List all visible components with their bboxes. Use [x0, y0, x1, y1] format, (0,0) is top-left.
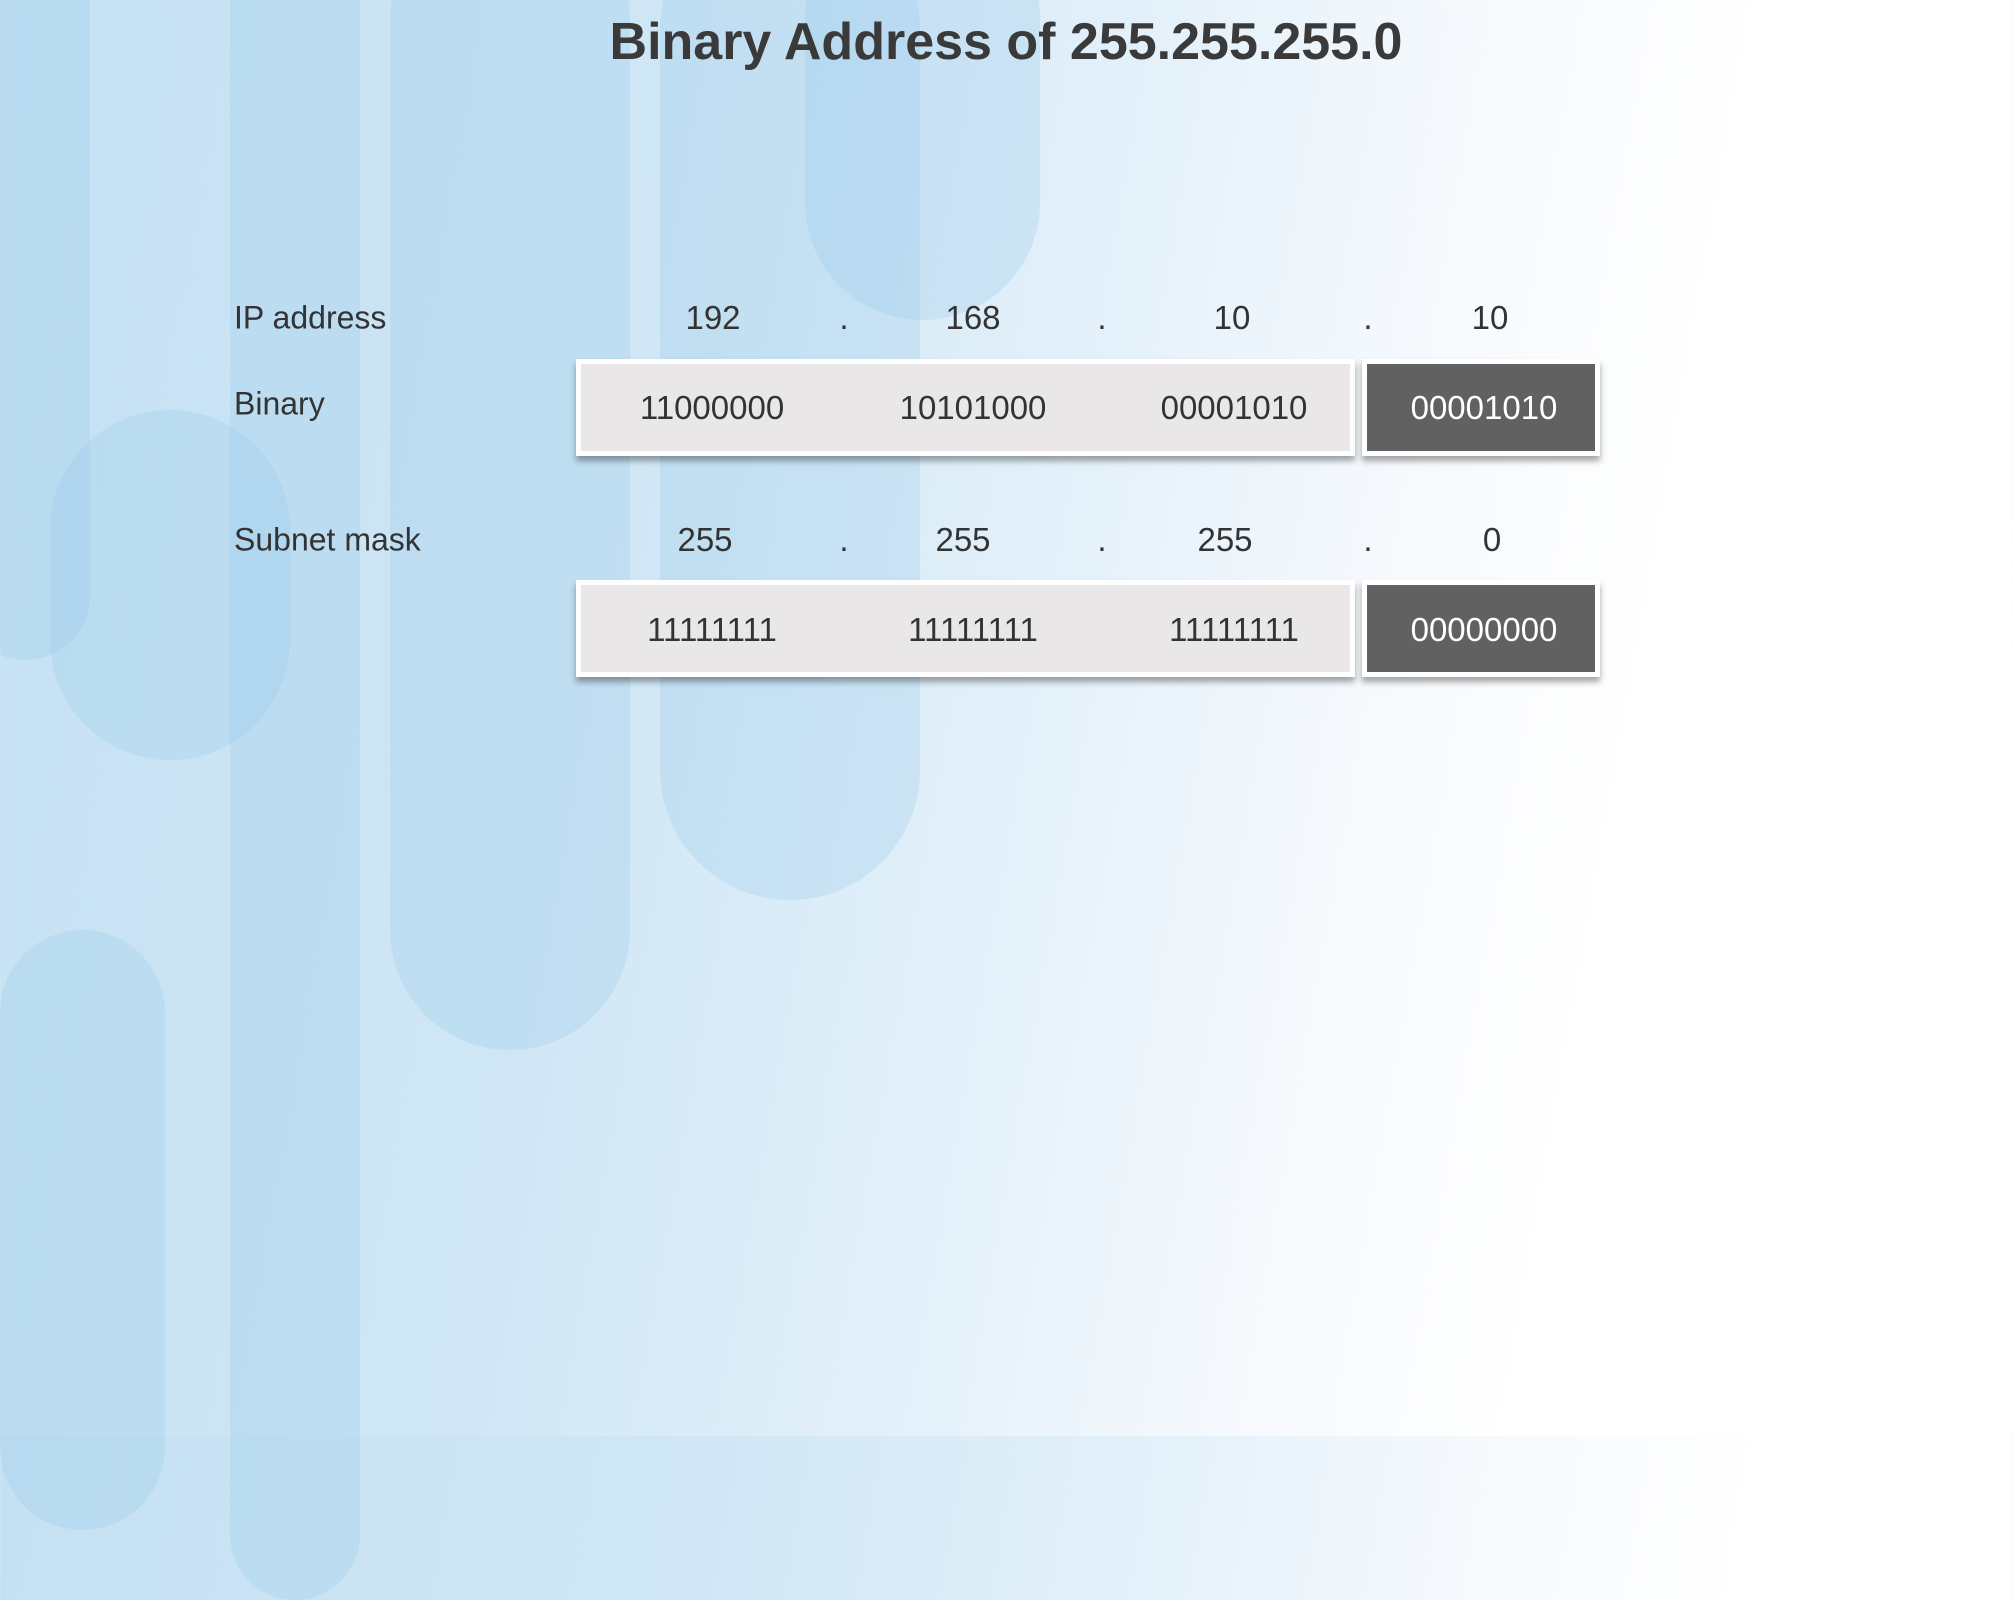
ip-binary-1: 11000000 [639, 389, 785, 426]
mask-octet-3: 255 [1197, 521, 1253, 558]
mask-binary-1: 11111111 [647, 611, 777, 648]
mask-dot: . [839, 521, 849, 558]
mask-octet-1: 255 [677, 521, 733, 558]
mask-dot: . [1363, 521, 1373, 558]
mask-binary-2: 11111111 [908, 611, 1038, 648]
ip-octet-2: 168 [945, 299, 1001, 336]
ip-dot: . [1363, 299, 1373, 336]
mask-octet-2: 255 [935, 521, 991, 558]
subnet-mask-label: Subnet mask [234, 521, 421, 558]
mask-binary-3: 11111111 [1169, 611, 1299, 648]
ip-octet-4: 10 [1471, 299, 1509, 336]
mask-dot: . [1097, 521, 1107, 558]
mask-binary-4: 00000000 [1410, 611, 1558, 648]
ip-binary-3: 00001010 [1160, 389, 1308, 426]
binary-label: Binary [234, 385, 325, 422]
ip-dot: . [839, 299, 849, 336]
ip-octet-1: 192 [685, 299, 741, 336]
ip-address-label: IP address [234, 299, 387, 336]
page-title: Binary Address of 255.255.255.0 [609, 13, 1403, 71]
ip-binary-2: 10101000 [899, 389, 1047, 426]
ip-octet-3: 10 [1213, 299, 1251, 336]
ip-binary-4: 00001010 [1410, 389, 1558, 426]
ip-dot: . [1097, 299, 1107, 336]
mask-octet-4: 0 [1482, 521, 1502, 558]
